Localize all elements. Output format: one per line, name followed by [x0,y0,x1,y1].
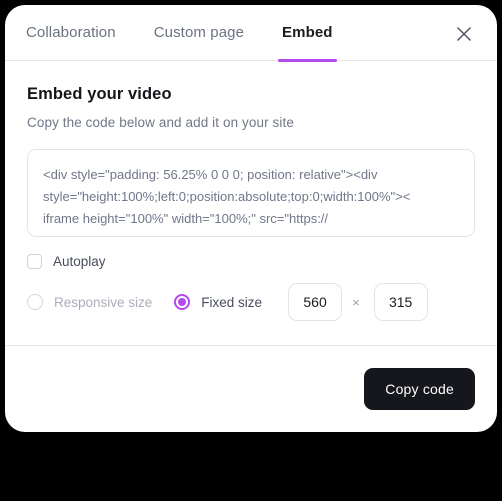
autoplay-checkbox[interactable] [27,254,42,269]
width-input[interactable] [288,283,343,321]
tab-collaboration[interactable]: Collaboration [26,5,116,61]
height-input[interactable] [373,283,428,321]
embed-code-line: <div style="padding: 56.25% 0 0 0; posit… [43,167,378,182]
embed-code-box[interactable]: <div style="padding: 56.25% 0 0 0; posit… [27,149,475,237]
fixed-size-option[interactable]: Fixed size [174,294,262,310]
tab-embed[interactable]: Embed [278,5,337,62]
tab-custom-page[interactable]: Custom page [154,5,244,61]
section-subtitle: Copy the code below and add it on your s… [27,115,294,130]
tab-custom-page-label: Custom page [153,24,245,41]
close-button[interactable] [449,19,479,49]
embed-code-line: style="height:100%;left:0;position:absol… [43,189,411,204]
autoplay-label[interactable]: Autoplay [53,254,106,269]
tab-bar: Collaboration Custom page Embed [5,5,497,62]
embed-panel: Embed your video Copy the code below and… [5,61,497,346]
responsive-size-option[interactable]: Responsive size [27,294,152,310]
size-separator: × [352,294,360,310]
embed-modal: Collaboration Custom page Embed Embed yo… [5,5,497,432]
tab-embed-label: Embed [282,24,333,41]
fixed-size-radio[interactable] [174,294,191,310]
autoplay-row: Autoplay [27,254,475,269]
close-icon [457,27,471,41]
embed-code-line: iframe height="100%" width="100%;" src="… [43,211,329,226]
section-title: Embed your video [27,85,172,103]
tab-collaboration-label: Collaboration [26,24,116,41]
copy-code-button[interactable]: Copy code [364,368,475,410]
responsive-size-label[interactable]: Responsive size [54,295,152,310]
responsive-size-radio[interactable] [27,294,43,310]
size-options-row: Responsive size Fixed size × [27,283,475,321]
fixed-size-label[interactable]: Fixed size [201,295,262,310]
modal-footer: Copy code [5,346,497,432]
